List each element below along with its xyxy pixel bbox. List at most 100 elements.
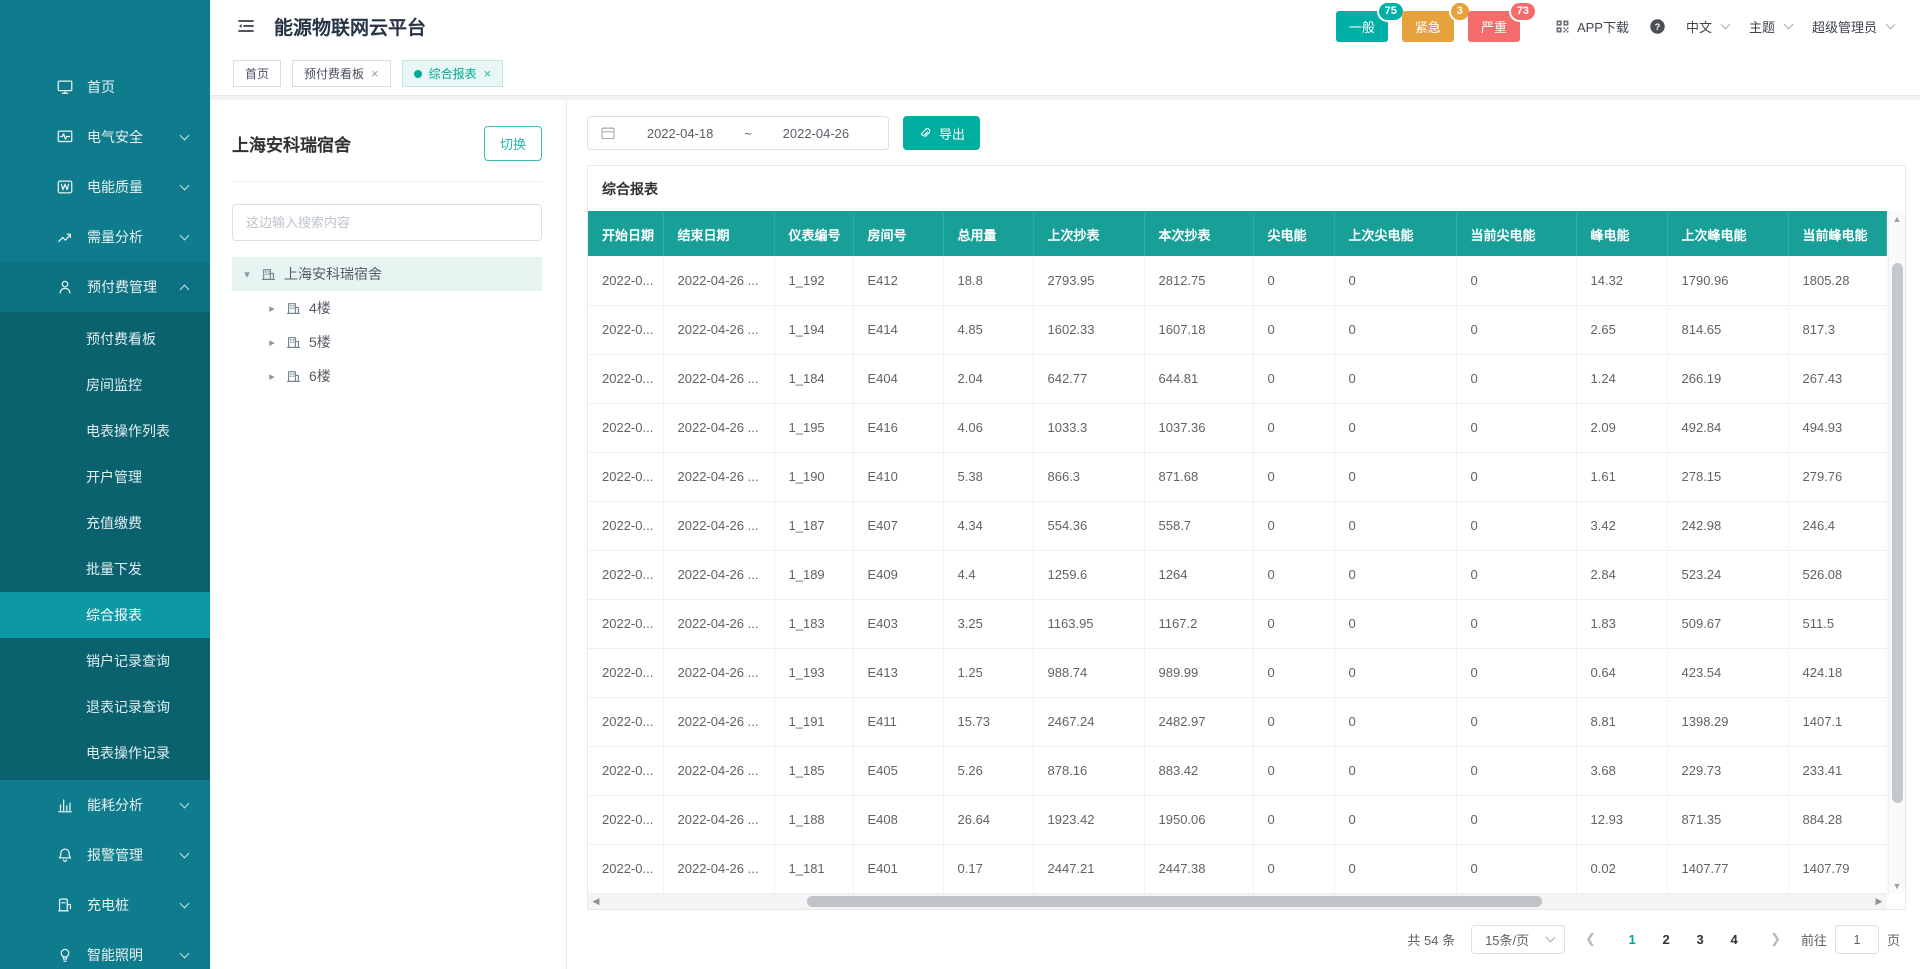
- content-area: 上海安科瑞宿舍 切换 ▾上海安科瑞宿舍▸4楼▸5楼▸6楼: [210, 100, 1920, 969]
- sidebar-item-需量分析[interactable]: 需量分析: [0, 212, 210, 262]
- sidebar-item-label: 能耗分析: [87, 795, 168, 815]
- table-cell: 2447.38: [1144, 844, 1253, 893]
- table-cell: 2022-0...: [588, 844, 663, 893]
- vertical-scrollbar[interactable]: ▲ ▼: [1888, 211, 1905, 894]
- sidebar-item-退表记录查询[interactable]: 退表记录查询: [0, 684, 210, 730]
- language-select[interactable]: 中文: [1686, 17, 1729, 36]
- table-row[interactable]: 2022-0...2022-04-26 ...1_192E41218.82793…: [588, 256, 1886, 305]
- user-menu[interactable]: 超级管理员: [1812, 17, 1894, 36]
- sidebar-item-充值缴费[interactable]: 充值缴费: [0, 500, 210, 546]
- table-cell: 0: [1253, 599, 1334, 648]
- page-3[interactable]: 3: [1688, 932, 1712, 947]
- building-tree: ▾上海安科瑞宿舍▸4楼▸5楼▸6楼: [232, 257, 542, 393]
- export-button[interactable]: 导出: [903, 116, 980, 150]
- charging-pile-icon: [56, 896, 74, 914]
- sidebar-item-综合报表[interactable]: 综合报表: [0, 592, 210, 638]
- table-row[interactable]: 2022-0...2022-04-26 ...1_188E40826.64192…: [588, 795, 1886, 844]
- app-download[interactable]: APP下载: [1554, 17, 1629, 36]
- table-cell: 0: [1253, 746, 1334, 795]
- caret-down-icon[interactable]: ▾: [241, 268, 253, 281]
- sidebar-item-电气安全[interactable]: 电气安全: [0, 112, 210, 162]
- column-header-当前峰电能: 当前峰电能: [1788, 212, 1886, 256]
- table-row[interactable]: 2022-0...2022-04-26 ...1_183E4033.251163…: [588, 599, 1886, 648]
- sidebar-item-预付费看板[interactable]: 预付费看板: [0, 316, 210, 362]
- table-row[interactable]: 2022-0...2022-04-26 ...1_193E4131.25988.…: [588, 648, 1886, 697]
- tree-node-4楼[interactable]: ▸4楼: [232, 291, 542, 325]
- tab-综合报表[interactable]: 综合报表×: [402, 60, 504, 87]
- table-row[interactable]: 2022-0...2022-04-26 ...1_191E41115.73246…: [588, 697, 1886, 746]
- table-cell: 0: [1253, 501, 1334, 550]
- close-tab-icon[interactable]: ×: [371, 67, 379, 80]
- tree-node-上海安科瑞宿舍[interactable]: ▾上海安科瑞宿舍: [232, 257, 542, 291]
- alarm-general-badge[interactable]: 一般75: [1336, 11, 1388, 42]
- horizontal-scroll-thumb[interactable]: [807, 896, 1542, 907]
- table-cell: 2022-04-26 ...: [663, 550, 774, 599]
- page-2[interactable]: 2: [1654, 932, 1678, 947]
- table-row[interactable]: 2022-0...2022-04-26 ...1_189E4094.41259.…: [588, 550, 1886, 599]
- sidebar-item-首页[interactable]: 首页: [0, 62, 210, 112]
- table-row[interactable]: 2022-0...2022-04-26 ...1_195E4164.061033…: [588, 403, 1886, 452]
- tab-首页[interactable]: 首页: [233, 60, 281, 87]
- sidebar-item-充电桩[interactable]: 充电桩: [0, 880, 210, 930]
- theme-select[interactable]: 主题: [1749, 17, 1792, 36]
- sidebar-item-能耗分析[interactable]: 能耗分析: [0, 780, 210, 830]
- alarm-urgent-badge[interactable]: 紧急3: [1402, 11, 1454, 42]
- horizontal-scroll-track[interactable]: [604, 894, 1871, 909]
- table-cell: E416: [853, 403, 943, 452]
- table-row[interactable]: 2022-0...2022-04-26 ...1_187E4074.34554.…: [588, 501, 1886, 550]
- next-page-button[interactable]: ❯: [1766, 931, 1785, 947]
- sidebar-item-开户管理[interactable]: 开户管理: [0, 454, 210, 500]
- caret-right-icon[interactable]: ▸: [266, 336, 278, 349]
- column-header-总用量: 总用量: [943, 212, 1033, 256]
- caret-right-icon[interactable]: ▸: [266, 302, 278, 315]
- table-cell: 4.34: [943, 501, 1033, 550]
- end-date-value[interactable]: 2022-04-26: [756, 126, 876, 141]
- page-size-select[interactable]: 15条/页: [1471, 925, 1565, 954]
- goto-page-input[interactable]: [1835, 925, 1879, 954]
- sidebar-item-报警管理[interactable]: 报警管理: [0, 830, 210, 880]
- close-tab-icon[interactable]: ×: [484, 67, 492, 80]
- vertical-scroll-thumb[interactable]: [1892, 263, 1903, 803]
- building-tree-panel: 上海安科瑞宿舍 切换 ▾上海安科瑞宿舍▸4楼▸5楼▸6楼: [210, 100, 567, 969]
- sidebar-item-销户记录查询[interactable]: 销户记录查询: [0, 638, 210, 684]
- sidebar-item-电表操作记录[interactable]: 电表操作记录: [0, 730, 210, 776]
- sidebar-item-预付费管理[interactable]: 预付费管理: [0, 262, 210, 312]
- table-row[interactable]: 2022-0...2022-04-26 ...1_181E4010.172447…: [588, 844, 1886, 893]
- sidebar-item-智能照明[interactable]: 智能照明: [0, 930, 210, 969]
- table-row[interactable]: 2022-0...2022-04-26 ...1_190E4105.38866.…: [588, 452, 1886, 501]
- tab-预付费看板[interactable]: 预付费看板×: [292, 60, 391, 87]
- table-cell: 0: [1253, 305, 1334, 354]
- scroll-up-icon[interactable]: ▲: [1889, 214, 1905, 224]
- page-4[interactable]: 4: [1722, 932, 1746, 947]
- date-range-picker[interactable]: 2022-04-18 ~ 2022-04-26: [587, 116, 889, 150]
- page-1[interactable]: 1: [1620, 932, 1644, 947]
- table-row[interactable]: 2022-0...2022-04-26 ...1_185E4055.26878.…: [588, 746, 1886, 795]
- start-date-value[interactable]: 2022-04-18: [620, 126, 740, 141]
- table-row[interactable]: 2022-0...2022-04-26 ...1_194E4144.851602…: [588, 305, 1886, 354]
- scroll-left-icon[interactable]: ◀: [588, 896, 604, 907]
- scroll-down-icon[interactable]: ▼: [1889, 881, 1905, 891]
- prev-page-button[interactable]: ❮: [1581, 931, 1600, 947]
- table-cell: 2022-04-26 ...: [663, 354, 774, 403]
- table-row[interactable]: 2022-0...2022-04-26 ...1_184E4042.04642.…: [588, 354, 1886, 403]
- alarm-severe-badge[interactable]: 严重73: [1468, 11, 1520, 42]
- collapse-menu-icon[interactable]: [236, 16, 256, 36]
- sidebar-item-房间监控[interactable]: 房间监控: [0, 362, 210, 408]
- tree-node-6楼[interactable]: ▸6楼: [232, 359, 542, 393]
- switch-building-button[interactable]: 切换: [484, 126, 542, 161]
- page-title: 能源物联网云平台: [274, 13, 426, 40]
- table-cell: 0: [1253, 354, 1334, 403]
- caret-right-icon[interactable]: ▸: [266, 370, 278, 383]
- horizontal-scrollbar[interactable]: ◀ ▶: [588, 894, 1887, 909]
- sidebar-item-电表操作列表[interactable]: 电表操作列表: [0, 408, 210, 454]
- tree-search-input[interactable]: [232, 204, 542, 241]
- table-cell: 0: [1456, 599, 1576, 648]
- sidebar-item-批量下发[interactable]: 批量下发: [0, 546, 210, 592]
- chevron-down-icon: [1721, 19, 1731, 29]
- tree-node-5楼[interactable]: ▸5楼: [232, 325, 542, 359]
- help-icon[interactable]: ?: [1649, 18, 1666, 35]
- table-cell: 1037.36: [1144, 403, 1253, 452]
- scroll-right-icon[interactable]: ▶: [1871, 896, 1887, 907]
- pagination: 共 54 条 15条/页 ❮ 1234 ❯ 前往 页: [587, 910, 1906, 954]
- sidebar-item-电能质量[interactable]: 电能质量: [0, 162, 210, 212]
